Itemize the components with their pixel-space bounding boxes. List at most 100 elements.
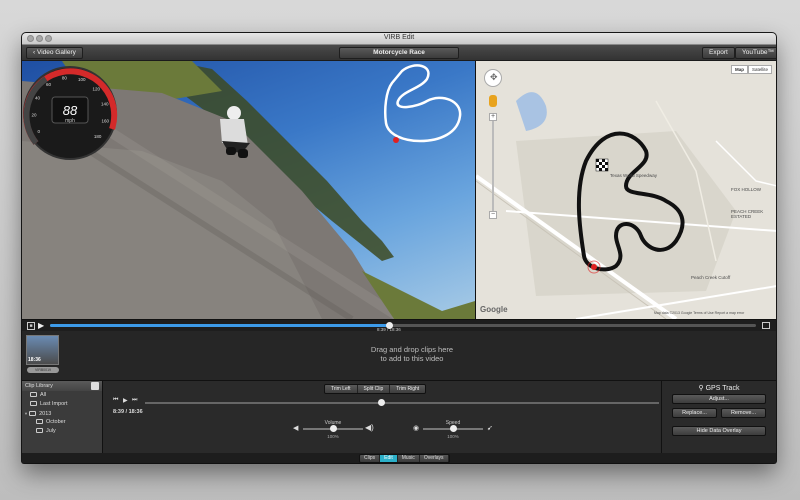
library-item-october[interactable]: October bbox=[22, 418, 102, 427]
gauge-speed-value: 88 bbox=[63, 103, 78, 118]
gauge-tick-label: 140 bbox=[101, 101, 109, 106]
window-title: VIRB Edit bbox=[383, 34, 415, 41]
drop-hint-line-1: Drag and drop clips here bbox=[370, 345, 454, 354]
mode-tab-bar: Clips Edit Music Overlays bbox=[22, 453, 776, 463]
gps-track-title: ⚲ GPS Track bbox=[662, 384, 776, 392]
folder-icon bbox=[36, 428, 43, 434]
volume-slider[interactable] bbox=[303, 425, 363, 432]
map-type-map-button[interactable]: Map bbox=[730, 65, 748, 74]
map-view[interactable]: Texas World Speedway PEACH CREEK ESTATED… bbox=[475, 61, 776, 319]
gps-adjust-button[interactable]: Adjust... bbox=[672, 394, 766, 404]
library-item-all[interactable]: All bbox=[22, 391, 102, 400]
skip-forward-icon[interactable]: ⏭ bbox=[132, 397, 137, 404]
mode-tabs: Clips Edit Music Overlays bbox=[359, 454, 450, 463]
title-bar: VIRB Edit bbox=[22, 33, 776, 45]
gps-remove-button[interactable]: Remove... bbox=[721, 408, 766, 418]
gauge-tick-label: 20 bbox=[31, 112, 37, 117]
video-gallery-button[interactable]: ‹ Video Gallery bbox=[26, 47, 83, 59]
timeline-progress bbox=[50, 324, 389, 327]
gps-track-title-text: GPS Track bbox=[705, 385, 740, 392]
gauge-tick-label: 60 bbox=[46, 82, 52, 87]
tab-overlays[interactable]: Overlays bbox=[419, 455, 449, 462]
clip-time-readout: 8:39 / 18:36 bbox=[113, 409, 143, 415]
trim-right-button[interactable]: Trim Right bbox=[390, 385, 426, 393]
folder-icon bbox=[29, 411, 37, 417]
split-clip-button[interactable]: Split Clip bbox=[357, 385, 391, 393]
clip-editor: Trim Left Split Clip Trim Right ⏮ ▶ ⏭ 8:… bbox=[103, 381, 661, 453]
toolbar: ‹ Video Gallery Motorcycle Race Export Y… bbox=[22, 45, 776, 61]
play-icon[interactable]: ▶ bbox=[38, 321, 44, 330]
clip-thumbnail-duration: 18:36 bbox=[28, 357, 41, 363]
volume-low-icon: ◀ bbox=[293, 425, 299, 432]
gauge-tick-label: 160 bbox=[101, 119, 109, 124]
library-item-label: Last Import bbox=[40, 401, 68, 407]
volume-value: 100% bbox=[327, 434, 339, 439]
clip-thumbnail[interactable]: 18:36 bbox=[26, 335, 59, 365]
gps-replace-button[interactable]: Replace... bbox=[672, 408, 717, 418]
folder-icon bbox=[30, 401, 37, 407]
map-type-control: Map Satellite bbox=[730, 65, 772, 74]
map-label-speedway: Texas World Speedway bbox=[610, 173, 657, 178]
project-title-field[interactable]: Motorcycle Race bbox=[339, 47, 459, 59]
gauge-tick-label: 120 bbox=[92, 86, 100, 91]
zoom-out-button[interactable]: − bbox=[489, 211, 497, 219]
speed-slider-knob[interactable] bbox=[450, 425, 457, 432]
gauge-tick-label: 40 bbox=[35, 96, 41, 101]
skip-back-icon[interactable]: ⏮ bbox=[113, 397, 118, 404]
rabbit-icon: ➹ bbox=[487, 425, 493, 432]
video-timeline[interactable] bbox=[50, 322, 756, 329]
clip-library-title: Clip Library bbox=[25, 383, 53, 389]
gauge-tick-label: 180 bbox=[94, 134, 102, 139]
pegman-icon[interactable] bbox=[489, 95, 497, 107]
turtle-icon: ◉ bbox=[413, 425, 420, 432]
clip-thumbnail-name: VIRB0019 bbox=[27, 367, 59, 373]
map-position-marker bbox=[591, 264, 597, 270]
export-button[interactable]: Export bbox=[702, 47, 735, 59]
tab-music[interactable]: Music bbox=[397, 455, 420, 462]
map-pan-control[interactable]: ✥ bbox=[484, 69, 502, 87]
mini-track-map bbox=[384, 64, 462, 143]
hide-data-overlay-button[interactable]: Hide Data Overlay bbox=[672, 426, 766, 436]
map-type-satellite-button[interactable]: Satellite bbox=[747, 65, 772, 74]
location-pin-icon: ⚲ bbox=[698, 385, 706, 392]
trim-left-button[interactable]: Trim Left bbox=[325, 385, 358, 393]
volume-slider-knob[interactable] bbox=[330, 425, 337, 432]
map-label-fox-hollow: FOX HOLLOW bbox=[731, 187, 762, 192]
gauge-tick-label: 80 bbox=[62, 75, 68, 80]
library-item-label: 2013 bbox=[39, 411, 52, 417]
clip-timeline[interactable] bbox=[145, 399, 659, 406]
trim-controls: Trim Left Split Clip Trim Right bbox=[324, 384, 427, 394]
tab-clips[interactable]: Clips bbox=[360, 455, 381, 462]
checkered-flag-icon bbox=[595, 158, 609, 172]
drop-hint-line-2: to add to this video bbox=[380, 354, 444, 363]
speedometer-gauge: 88 mph 020406080 100120140160180 bbox=[23, 66, 118, 160]
library-item-july[interactable]: July bbox=[22, 427, 102, 436]
folder-icon bbox=[36, 419, 43, 425]
folder-icon bbox=[30, 392, 37, 398]
playback-bar: ■ ▶ 8:39 / 18:36 bbox=[22, 319, 776, 332]
clip-library: Clip Library All Last Import ▼ 2013 Octo… bbox=[22, 381, 103, 453]
volume-high-icon: ◀) bbox=[365, 423, 374, 432]
stop-icon[interactable]: ■ bbox=[27, 322, 35, 330]
gauge-tick-label: 100 bbox=[78, 77, 86, 82]
map-attribution[interactable]: Map data ©2013 Google Terms of Use Repor… bbox=[654, 311, 744, 315]
google-logo: Google bbox=[480, 305, 508, 314]
youtube-button[interactable]: YouTube™ bbox=[735, 47, 776, 59]
speed-slider[interactable] bbox=[423, 425, 483, 432]
library-item-label: All bbox=[40, 392, 47, 398]
tab-edit[interactable]: Edit bbox=[380, 455, 398, 462]
clip-strip[interactable]: 18:36 VIRB0019 Drag and drop clips here … bbox=[22, 331, 776, 381]
video-preview[interactable]: 88 mph 0 20 40 60 80 100 120 140 160 180 bbox=[22, 61, 475, 319]
zoom-in-button[interactable]: + bbox=[489, 113, 497, 121]
zoom-slider[interactable] bbox=[492, 121, 494, 211]
clip-timeline-scrubber[interactable] bbox=[378, 399, 386, 406]
video-gallery-label: Video Gallery bbox=[36, 49, 76, 56]
bottom-panel: Clip Library All Last Import ▼ 2013 Octo… bbox=[22, 381, 776, 453]
fullscreen-icon[interactable] bbox=[762, 322, 770, 329]
clip-play-icon[interactable]: ▶ bbox=[123, 397, 128, 404]
clip-library-header: Clip Library bbox=[22, 381, 102, 391]
library-item-last-import[interactable]: Last Import bbox=[22, 400, 102, 409]
import-icon[interactable] bbox=[91, 382, 99, 390]
library-item-label: October bbox=[46, 419, 66, 425]
library-item-2013[interactable]: ▼ 2013 bbox=[22, 409, 102, 418]
